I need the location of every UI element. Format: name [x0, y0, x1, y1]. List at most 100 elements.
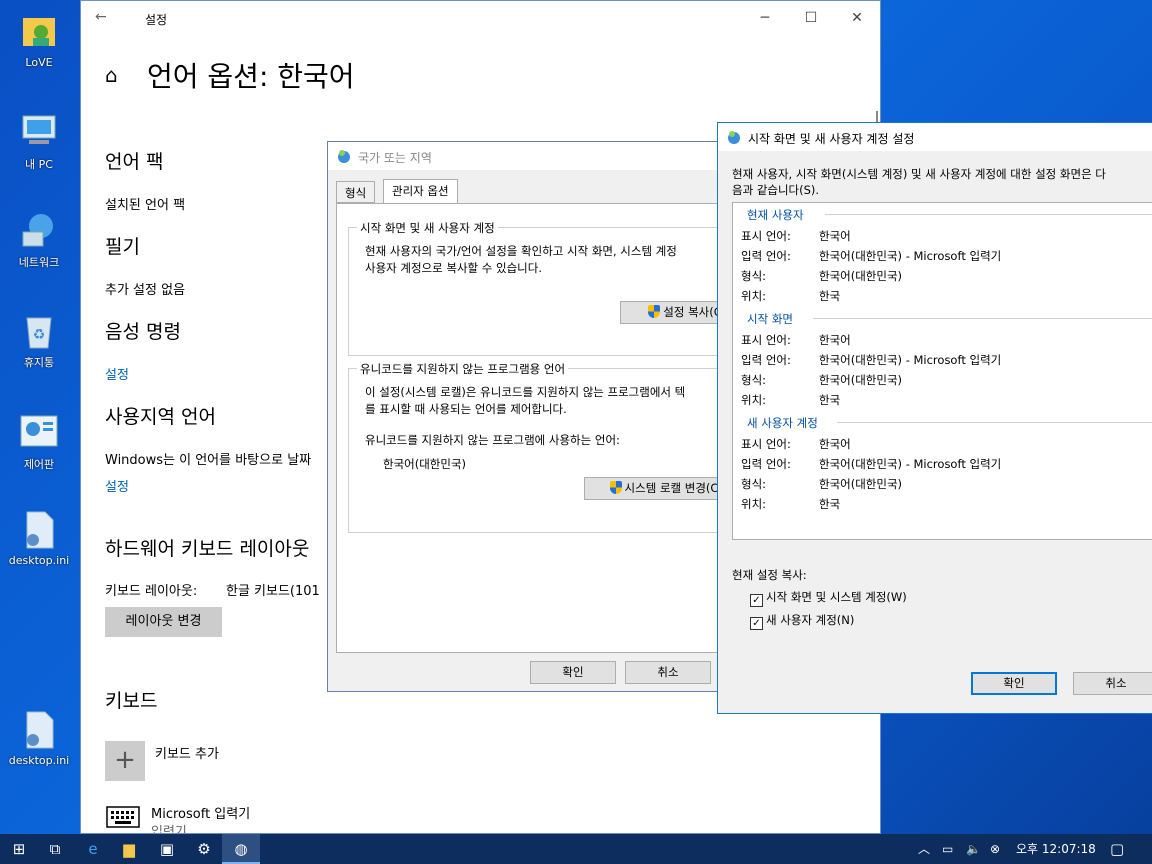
regional-heading: 사용지역 언어 [105, 406, 216, 428]
recycle-bin-icon: ♻ [19, 310, 59, 350]
hw-keyboard-heading: 하드웨어 키보드 레이아웃 [105, 538, 310, 560]
section-divider [837, 422, 1152, 423]
copy-settings-label: 설정 복사(C [663, 305, 722, 319]
voice-heading: 음성 명령 [105, 321, 181, 343]
new-user-checkbox[interactable]: ✓ 새 사용자 계정(N) [750, 612, 854, 630]
input-language-value: 한국어(대한민국) - Microsoft 입력기 [819, 353, 1002, 367]
minimize-icon[interactable]: ─ [742, 1, 788, 35]
globe-icon: ◍ [234, 840, 248, 858]
display-language-value: 한국어 [819, 333, 851, 347]
format-label: 형식: [741, 373, 767, 387]
settings-summary-list[interactable]: 현재 사용자 표시 언어: 한국어 입력 언어: 한국어(대한민국) - Mic… [732, 202, 1152, 540]
desktop-icon-label: desktop.ini [8, 554, 70, 567]
copy-intro1: 현재 사용자, 시작 화면(시스템 계정) 및 새 사용자 계정에 대한 설정 … [732, 167, 1106, 181]
tab-formats[interactable]: 형식 [336, 181, 376, 203]
add-keyboard-label[interactable]: 키보드 추가 [155, 743, 219, 762]
network-tray-icon[interactable]: ▭ [942, 834, 953, 864]
new-user-checkbox-label: 새 사용자 계정(N) [766, 613, 855, 627]
copy-dialog-titlebar[interactable]: 시작 화면 및 새 사용자 계정 설정 [718, 123, 1152, 151]
page-title: 언어 옵션: 한국어 [147, 60, 355, 93]
display-language-label: 표시 언어: [741, 229, 791, 243]
gear-icon: ⚙ [197, 840, 211, 858]
add-keyboard-button[interactable]: + [105, 741, 145, 781]
desktop-icon-network[interactable]: 네트워크 [4, 210, 74, 270]
svg-text:♻: ♻ [33, 327, 46, 343]
settings-file-icon [19, 710, 59, 750]
home-icon[interactable]: ⌂ [105, 63, 118, 87]
copy-settings-dialog: 시작 화면 및 새 사용자 계정 설정 현재 사용자, 시작 화면(시스템 계정… [717, 122, 1152, 714]
regional-settings-link[interactable]: 설정 [105, 476, 129, 495]
language-pack-status: 설치된 언어 팩 [105, 198, 186, 213]
copy-settings-button[interactable]: 설정 복사(C [620, 301, 722, 324]
desktop-icon-recycle-bin[interactable]: ♻ 휴지통 [4, 310, 74, 370]
volume-icon[interactable]: 🔈 [966, 834, 981, 864]
format-value: 한국어(대한민국) [819, 373, 903, 387]
desktop-icon-desktop-ini-2[interactable]: desktop.ini [4, 710, 74, 767]
windows-logo-icon: ⊞ [12, 840, 26, 858]
store-button[interactable]: ▣ [148, 834, 186, 864]
region-dialog: 국가 또는 지역 형식 관리자 옵션 시작 화면 및 새 사용자 계정 현재 사… [327, 141, 723, 692]
edge-icon: e [88, 840, 98, 858]
copy-dialog-title: 시작 화면 및 새 사용자 계정 설정 [748, 132, 915, 146]
tab-admin-options[interactable]: 관리자 옵션 [383, 179, 458, 204]
format-value: 한국어(대한민국) [819, 477, 903, 491]
chevron-up-icon[interactable]: ︿ [918, 834, 930, 864]
settings-taskbar-button[interactable]: ⚙ [185, 834, 223, 864]
close-icon[interactable]: ✕ [834, 1, 880, 35]
unicode-group-label: 유니코드를 지원하지 않는 프로그램용 언어 [357, 361, 569, 377]
copy-cancel-button[interactable]: 취소 [1073, 672, 1152, 695]
welcome-group-text1: 현재 사용자의 국가/언어 설정을 확인하고 시작 화면, 시스템 계정 [365, 244, 677, 258]
unicode-group: 유니코드를 지원하지 않는 프로그램용 언어 이 설정(시스템 로캘)은 유니코… [348, 361, 722, 533]
clock[interactable]: 오후 12:07:18 [1016, 834, 1096, 864]
format-value: 한국어(대한민국) [819, 269, 903, 283]
section-divider [825, 214, 1152, 215]
voice-settings-link[interactable]: 설정 [105, 364, 129, 383]
keyboard-layout-value: 한글 키보드(101 [226, 584, 320, 599]
change-system-locale-button[interactable]: 시스템 로캘 변경(C [584, 477, 722, 500]
file-explorer-button[interactable]: ▆ [110, 834, 148, 864]
welcome-group-text2: 사용자 계정으로 복사할 수 있습니다. [365, 261, 542, 275]
checkbox-checked-icon: ✓ [750, 617, 763, 630]
unicode-group-text1: 이 설정(시스템 로캘)은 유니코드를 지원하지 않는 프로그램에서 텍 [365, 385, 686, 399]
display-language-label: 표시 언어: [741, 333, 791, 347]
ime-status-icon[interactable]: ⊗ [990, 834, 1000, 864]
welcome-system-checkbox[interactable]: ✓ 시작 화면 및 시스템 계정(W) [750, 589, 907, 607]
section-header: 새 사용자 계정 [747, 416, 818, 430]
ime-name[interactable]: Microsoft 입력기 [151, 803, 250, 822]
region-cancel-button[interactable]: 취소 [625, 661, 711, 684]
settings-file-icon [19, 510, 59, 550]
region-taskbar-button[interactable]: ◍ [222, 834, 260, 864]
region-dialog-titlebar[interactable]: 국가 또는 지역 [328, 142, 722, 170]
desktop-icon-label: 휴지통 [23, 356, 55, 369]
keyboard-layout-label: 키보드 레이아웃: [105, 584, 198, 599]
settings-titlebar[interactable]: ← 설정 ─ ☐ ✕ [81, 1, 880, 35]
system-locale-label: 유니코드를 지원하지 않는 프로그램에 사용하는 언어: [365, 433, 620, 447]
start-button[interactable]: ⊞ [0, 834, 38, 864]
desktop-icon-love[interactable]: LoVE [4, 12, 74, 69]
location-value: 한국 [819, 497, 841, 511]
task-view-button[interactable]: ⧉ [36, 834, 74, 864]
display-language-label: 표시 언어: [741, 437, 791, 451]
network-icon [19, 210, 59, 250]
input-language-value: 한국어(대한민국) - Microsoft 입력기 [819, 249, 1002, 263]
unicode-group-text2: 를 표시할 때 사용되는 언어를 제어합니다. [365, 402, 567, 416]
copy-ok-button[interactable]: 확인 [971, 672, 1057, 695]
desktop-icon-label: 네트워크 [18, 256, 60, 269]
change-layout-button[interactable]: 레이아웃 변경 [105, 607, 222, 637]
change-system-locale-label: 시스템 로캘 변경(C [624, 481, 719, 495]
desktop-icon-desktop-ini[interactable]: desktop.ini [4, 510, 74, 567]
display-language-value: 한국어 [819, 229, 851, 243]
maximize-icon[interactable]: ☐ [788, 1, 834, 35]
desktop-icon-this-pc[interactable]: 내 PC [4, 112, 74, 172]
welcome-screen-group: 시작 화면 및 새 사용자 계정 현재 사용자의 국가/언어 설정을 확인하고 … [348, 220, 722, 356]
admin-tab-panel: 시작 화면 및 새 사용자 계정 현재 사용자의 국가/언어 설정을 확인하고 … [336, 203, 722, 653]
desktop-icon-control-panel[interactable]: 제어판 [4, 412, 74, 472]
notification-icon[interactable]: ▢ [1110, 834, 1124, 864]
edge-button[interactable]: e [74, 834, 112, 864]
location-label: 위치: [741, 497, 767, 511]
format-label: 형식: [741, 269, 767, 283]
region-dialog-title: 국가 또는 지역 [358, 151, 432, 165]
region-ok-button[interactable]: 확인 [530, 661, 616, 684]
back-arrow-icon[interactable]: ← [95, 9, 107, 25]
location-label: 위치: [741, 393, 767, 407]
